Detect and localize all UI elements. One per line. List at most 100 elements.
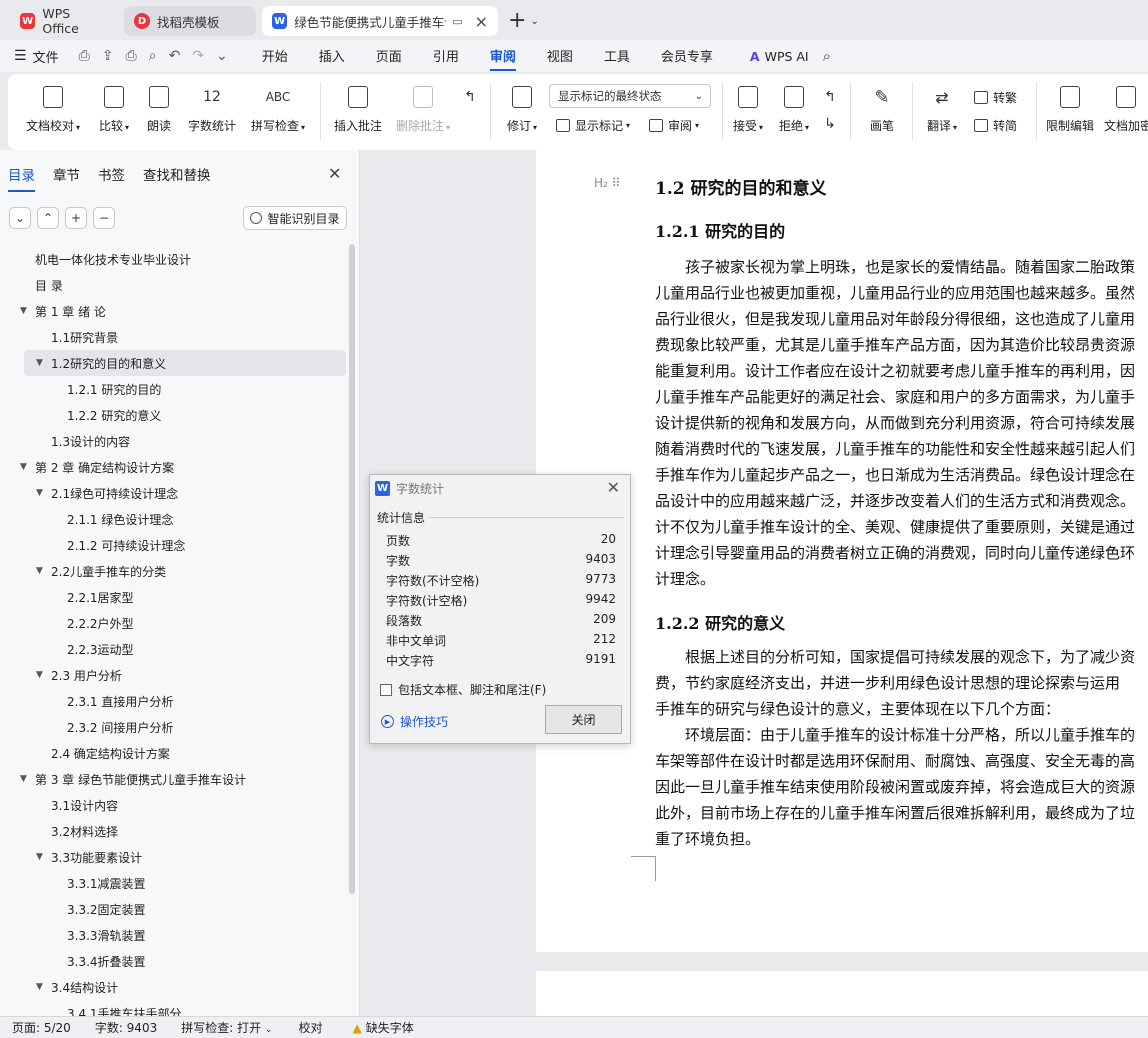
expand-arrow-icon[interactable]: ▼	[36, 670, 43, 680]
toc-item[interactable]: 1.1研究背景	[0, 324, 350, 350]
translate-button[interactable]: ⇄ 翻译 ▾	[922, 80, 962, 134]
collapse-up-icon[interactable]: ⌃	[37, 207, 59, 229]
accept-button[interactable]: 接受 ▾	[730, 80, 766, 134]
review-pane-button[interactable]: 审阅 ▾	[649, 117, 699, 134]
more-chevron-icon[interactable]: ⌄	[216, 48, 228, 64]
toc-item[interactable]: 2.3.1 直接用户分析	[0, 688, 350, 714]
minus-icon[interactable]: −	[93, 207, 115, 229]
to-traditional-button[interactable]: 转繁	[974, 89, 1017, 106]
insert-comment-button[interactable]: 插入批注	[330, 80, 386, 134]
toc-item[interactable]: 3.3.1减震装置	[0, 870, 350, 896]
toc-item[interactable]: 1.2.1 研究的目的	[0, 376, 350, 402]
print-preview-icon[interactable]: ⌕	[149, 48, 157, 64]
search-icon[interactable]: ⌕	[823, 47, 831, 65]
smart-toc-button[interactable]: 智能识别目录	[243, 206, 347, 230]
close-icon[interactable]: ✕	[607, 478, 620, 497]
chevron-down-icon[interactable]: ⌄	[530, 16, 538, 27]
toc-item[interactable]: 3.3.2固定装置	[0, 896, 350, 922]
status-spell[interactable]: 拼写检查: 打开 ⌄	[181, 1019, 272, 1036]
save-icon[interactable]: ⎙	[79, 48, 90, 64]
next-page[interactable]	[536, 971, 1148, 1016]
toc-item[interactable]: 1.2.2 研究的意义	[0, 402, 350, 428]
prev-comment-button[interactable]: ↰	[460, 80, 480, 114]
toc-item[interactable]: 3.3.3滑轨装置	[0, 922, 350, 948]
toc-item[interactable]: ▼ 3.3功能要素设计	[0, 844, 350, 870]
toc-item[interactable]: 2.2.3运动型	[0, 636, 350, 662]
tab-wps-office[interactable]: W WPS Office	[10, 6, 118, 36]
wps-ai-button[interactable]: A WPS AI	[750, 49, 809, 64]
show-markup-button[interactable]: 显示标记 ▾	[556, 117, 630, 134]
toc-item[interactable]: ▼ 3.4结构设计	[0, 974, 350, 1000]
close-icon[interactable]: ✕	[328, 164, 341, 183]
tab-home[interactable]: 开始	[262, 42, 288, 71]
nav-tab-toc[interactable]: 目录	[8, 164, 35, 192]
redo-icon[interactable]: ↷	[192, 48, 204, 64]
doc-encrypt-button[interactable]: 文档加密	[1104, 80, 1148, 134]
toc-item[interactable]: 2.1.2 可持续设计理念	[0, 532, 350, 558]
expand-arrow-icon[interactable]: ▼	[20, 306, 27, 316]
tab-view[interactable]: 视图	[547, 42, 573, 71]
heading-level-marker[interactable]: H₂ ⠿	[594, 176, 620, 190]
drag-handle-icon[interactable]: ⠿	[612, 176, 621, 190]
tab-document[interactable]: W 绿色节能便携式儿童手推车设计 ▭ ×	[262, 6, 498, 36]
toc-item[interactable]: 2.2.2户外型	[0, 610, 350, 636]
tab-template-store[interactable]: D 找稻壳模板	[124, 6, 256, 36]
toc-item[interactable]: ▼ 2.2儿童手推车的分类	[0, 558, 350, 584]
expand-down-icon[interactable]: ⌄	[9, 207, 31, 229]
toc-item[interactable]: 机电一体化技术专业毕业设计	[0, 246, 350, 272]
read-aloud-button[interactable]: 朗读	[143, 80, 175, 134]
status-page[interactable]: 页面: 5/20	[12, 1019, 71, 1036]
to-simplified-button[interactable]: 转简	[974, 117, 1017, 134]
restrict-edit-button[interactable]: 限制编辑	[1044, 80, 1096, 134]
status-proof[interactable]: 校对	[298, 1019, 322, 1036]
tab-page[interactable]: 页面	[376, 42, 402, 71]
toc-item[interactable]: 3.2材料选择	[0, 818, 350, 844]
delete-comment-button[interactable]: 删除批注 ▾	[392, 80, 454, 134]
tab-review[interactable]: 审阅	[489, 42, 516, 71]
tips-link[interactable]: ▶ 操作技巧	[381, 713, 448, 730]
toc-item[interactable]: 3.4.1手推车扶手部分	[0, 1000, 350, 1017]
toc-item[interactable]: 2.3.2 间接用户分析	[0, 714, 350, 740]
undo-icon[interactable]: ↶	[169, 48, 181, 64]
prev-change-button[interactable]: ↰	[820, 80, 840, 114]
toc-item[interactable]: ▼ 第 3 章 绿色节能便携式儿童手推车设计	[0, 766, 350, 792]
expand-arrow-icon[interactable]: ▼	[20, 774, 27, 784]
status-words[interactable]: 字数: 9403	[95, 1019, 157, 1036]
compare-button[interactable]: 比较 ▾	[92, 80, 136, 134]
monitor-icon[interactable]: ▭	[452, 15, 462, 28]
checkbox-box[interactable]	[380, 683, 392, 696]
expand-arrow-icon[interactable]: ▼	[20, 462, 27, 472]
nav-tab-sections[interactable]: 章节	[53, 164, 80, 192]
nav-tab-bookmarks[interactable]: 书签	[98, 164, 125, 192]
tab-member[interactable]: 会员专享	[661, 42, 713, 71]
include-textbox-checkbox[interactable]: 包括文本框、脚注和尾注(F)	[380, 681, 546, 698]
toc-item[interactable]: ▼ 1.2研究的目的和意义	[24, 350, 346, 376]
toc-item[interactable]: ▼ 第 1 章 绪 论	[0, 298, 350, 324]
expand-arrow-icon[interactable]: ▼	[36, 358, 43, 368]
hamburger-menu-icon[interactable]: ☰	[14, 48, 27, 64]
word-count-button[interactable]: 12 字数统计	[184, 80, 240, 134]
toc-item[interactable]: ▼ 第 2 章 确定结构设计方案	[0, 454, 350, 480]
tab-insert[interactable]: 插入	[319, 42, 345, 71]
expand-arrow-icon[interactable]: ▼	[36, 852, 43, 862]
toc-item[interactable]: 3.1设计内容	[0, 792, 350, 818]
print-icon[interactable]: ⎙	[126, 48, 137, 64]
toc-item[interactable]: ▼ 2.1绿色可持续设计理念	[0, 480, 350, 506]
toc-item[interactable]: 1.3设计的内容	[0, 428, 350, 454]
dialog-titlebar[interactable]: W 字数统计 ✕	[370, 475, 630, 501]
next-change-button[interactable]: ↳	[820, 114, 840, 134]
pen-button[interactable]: ✎ 画笔	[866, 80, 898, 134]
toc-item[interactable]: 2.4 确定结构设计方案	[0, 740, 350, 766]
expand-arrow-icon[interactable]: ▼	[36, 982, 43, 992]
add-icon[interactable]: +	[65, 207, 87, 229]
doc-check-button[interactable]: 文档校对 ▾	[24, 80, 82, 134]
revise-button[interactable]: 修订 ▾	[500, 80, 544, 134]
status-missing-font[interactable]: ▲ 缺失字体	[352, 1019, 413, 1036]
nav-tab-find-replace[interactable]: 查找和替换	[143, 164, 211, 192]
nav-scrollbar[interactable]	[349, 244, 355, 894]
new-tab-button[interactable]: + ⌄	[508, 8, 539, 33]
markup-state-select[interactable]: 显示标记的最终状态 ⌄	[549, 84, 711, 108]
expand-arrow-icon[interactable]: ▼	[36, 566, 43, 576]
close-tab-icon[interactable]: ×	[475, 12, 488, 31]
toc-item[interactable]: 2.2.1居家型	[0, 584, 350, 610]
